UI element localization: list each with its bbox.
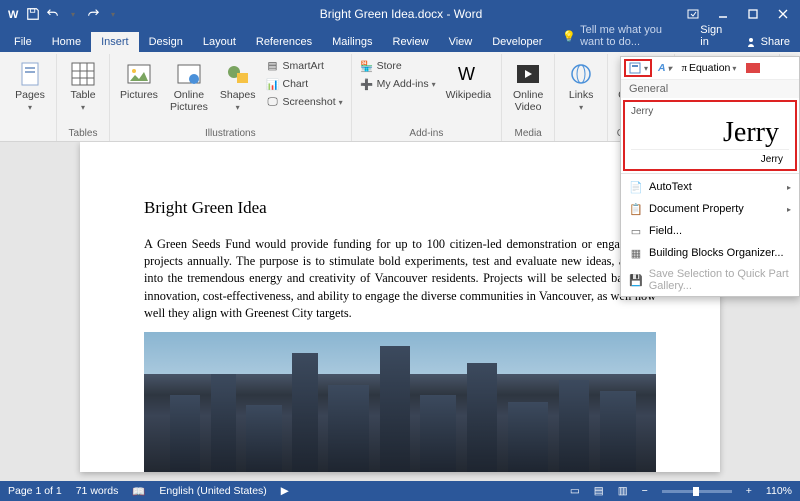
tab-layout[interactable]: Layout — [193, 32, 246, 52]
smartart-icon: ▤ — [266, 59, 280, 73]
equation-button[interactable]: π Equation ▾ — [679, 60, 740, 76]
share-icon — [745, 36, 757, 48]
field-menuitem[interactable]: ▭Field... — [621, 220, 799, 242]
chart-icon: 📊 — [266, 77, 280, 91]
tab-mailings[interactable]: Mailings — [322, 32, 382, 52]
quick-access-toolbar: W ▾ ▾ — [4, 5, 122, 23]
group-pages: Pages▾ — [4, 54, 57, 141]
web-layout-icon[interactable]: ▥ — [618, 485, 628, 497]
tell-me-search[interactable]: 💡 Tell me what you want to do... — [552, 20, 690, 52]
statusbar: Page 1 of 1 71 words 📖 English (United S… — [0, 481, 800, 501]
maximize-icon[interactable] — [740, 4, 766, 24]
ribbon-tabs: File Home Insert Design Layout Reference… — [0, 28, 800, 52]
macro-status-icon[interactable]: ▶ — [281, 485, 289, 497]
page-status[interactable]: Page 1 of 1 — [8, 485, 62, 497]
field-icon: ▭ — [629, 224, 643, 238]
pi-icon: π — [682, 63, 687, 74]
video-icon — [514, 60, 542, 88]
save-selection-icon: 💾 — [629, 273, 643, 287]
tables-group-label: Tables — [69, 126, 98, 141]
autotext-menuitem[interactable]: 📄AutoText▸ — [621, 176, 799, 198]
building-blocks-organizer-menuitem[interactable]: ▦Building Blocks Organizer... — [621, 242, 799, 264]
screenshot-icon: 🖵 — [266, 95, 280, 109]
document-body: A Green Seeds Fund would provide funding… — [144, 236, 656, 322]
tab-developer[interactable]: Developer — [482, 32, 552, 52]
store-button[interactable]: 🏪Store — [358, 58, 438, 74]
window-title: Bright Green Idea.docx - Word — [122, 7, 680, 21]
addins-group-label: Add-ins — [409, 126, 443, 141]
undo-icon[interactable] — [44, 5, 62, 23]
chart-button[interactable]: 📊Chart — [264, 76, 345, 92]
group-addins: 🏪Store ➕My Add-ins ▾ W Wikipedia Add-ins — [352, 54, 502, 141]
group-tables: Table▾ Tables — [57, 54, 110, 141]
wikipedia-button[interactable]: W Wikipedia — [442, 58, 496, 104]
document-property-menuitem[interactable]: 📋Document Property▸ — [621, 198, 799, 220]
svg-text:W: W — [458, 64, 475, 84]
sign-in-link[interactable]: Sign in — [690, 20, 734, 52]
tab-insert[interactable]: Insert — [91, 32, 139, 52]
media-group-label: Media — [515, 126, 542, 141]
spellcheck-icon[interactable]: 📖 — [132, 485, 145, 498]
zoom-level[interactable]: 110% — [766, 485, 792, 497]
store-icon: 🏪 — [360, 59, 374, 73]
signature-preview: Jerry — [631, 117, 789, 149]
redo-icon[interactable] — [84, 5, 102, 23]
share-button[interactable]: Share — [735, 32, 800, 52]
svg-text:W: W — [8, 9, 19, 21]
group-links: Links▾ — [555, 54, 608, 141]
shapes-icon — [224, 60, 252, 88]
links-icon — [567, 60, 595, 88]
undo-dropdown[interactable]: ▾ — [64, 5, 82, 23]
pictures-button[interactable]: Pictures — [116, 58, 162, 104]
docprop-icon: 📋 — [629, 202, 643, 216]
qat-customize-dropdown[interactable]: ▾ — [104, 5, 122, 23]
links-button[interactable]: Links▾ — [561, 58, 601, 115]
online-pictures-button[interactable]: Online Pictures — [166, 58, 212, 115]
read-mode-icon[interactable]: ▭ — [570, 485, 580, 497]
word-app-icon: W — [4, 5, 22, 23]
language-status[interactable]: English (United States) — [159, 485, 266, 497]
tab-review[interactable]: Review — [383, 32, 439, 52]
online-pictures-icon — [175, 60, 203, 88]
my-addins-button[interactable]: ➕My Add-ins ▾ — [358, 76, 438, 92]
wordart-button[interactable]: A▾ — [655, 60, 675, 76]
group-illustrations: Pictures Online Pictures Shapes▾ ▤SmartA… — [110, 54, 352, 141]
zoom-in-icon[interactable]: + — [746, 485, 752, 497]
tab-references[interactable]: References — [246, 32, 322, 52]
online-video-button[interactable]: Online Video — [508, 58, 548, 115]
tab-design[interactable]: Design — [139, 32, 193, 52]
print-layout-icon[interactable]: ▤ — [594, 485, 604, 497]
shapes-button[interactable]: Shapes▾ — [216, 58, 260, 115]
pictures-icon — [125, 60, 153, 88]
word-count[interactable]: 71 words — [76, 485, 119, 497]
pages-icon — [16, 60, 44, 88]
quick-parts-dropdown: ▾ A▾ π Equation ▾ General Jerry Jerry Je… — [620, 56, 800, 297]
zoom-slider[interactable] — [662, 490, 732, 493]
quickparts-section-general: General — [621, 80, 799, 98]
zoom-out-icon[interactable]: − — [642, 485, 648, 497]
save-icon[interactable] — [24, 5, 42, 23]
table-button[interactable]: Table▾ — [63, 58, 103, 115]
document-heading: Bright Green Idea — [144, 198, 656, 218]
tab-view[interactable]: View — [439, 32, 483, 52]
autotext-icon: 📄 — [629, 180, 643, 194]
save-selection-menuitem: 💾Save Selection to Quick Part Gallery... — [621, 264, 799, 296]
wikipedia-icon: W — [454, 60, 482, 88]
close-icon[interactable] — [770, 4, 796, 24]
unknown-red-item[interactable] — [743, 60, 763, 76]
quickparts-preview-jerry[interactable]: Jerry Jerry Jerry — [623, 100, 797, 171]
document-image-skyline — [144, 332, 656, 472]
tab-home[interactable]: Home — [42, 32, 91, 52]
group-media: Online Video Media — [502, 54, 555, 141]
screenshot-button[interactable]: 🖵Screenshot ▾ — [264, 94, 345, 110]
pages-button[interactable]: Pages▾ — [10, 58, 50, 115]
smartart-button[interactable]: ▤SmartArt — [264, 58, 345, 74]
illustrations-group-label: Illustrations — [205, 126, 256, 141]
table-icon — [69, 60, 97, 88]
addins-icon: ➕ — [360, 77, 374, 91]
tab-file[interactable]: File — [4, 32, 42, 52]
lightbulb-icon: 💡 — [562, 30, 576, 43]
bbo-icon: ▦ — [629, 246, 643, 260]
quick-parts-button[interactable]: ▾ — [625, 60, 651, 76]
